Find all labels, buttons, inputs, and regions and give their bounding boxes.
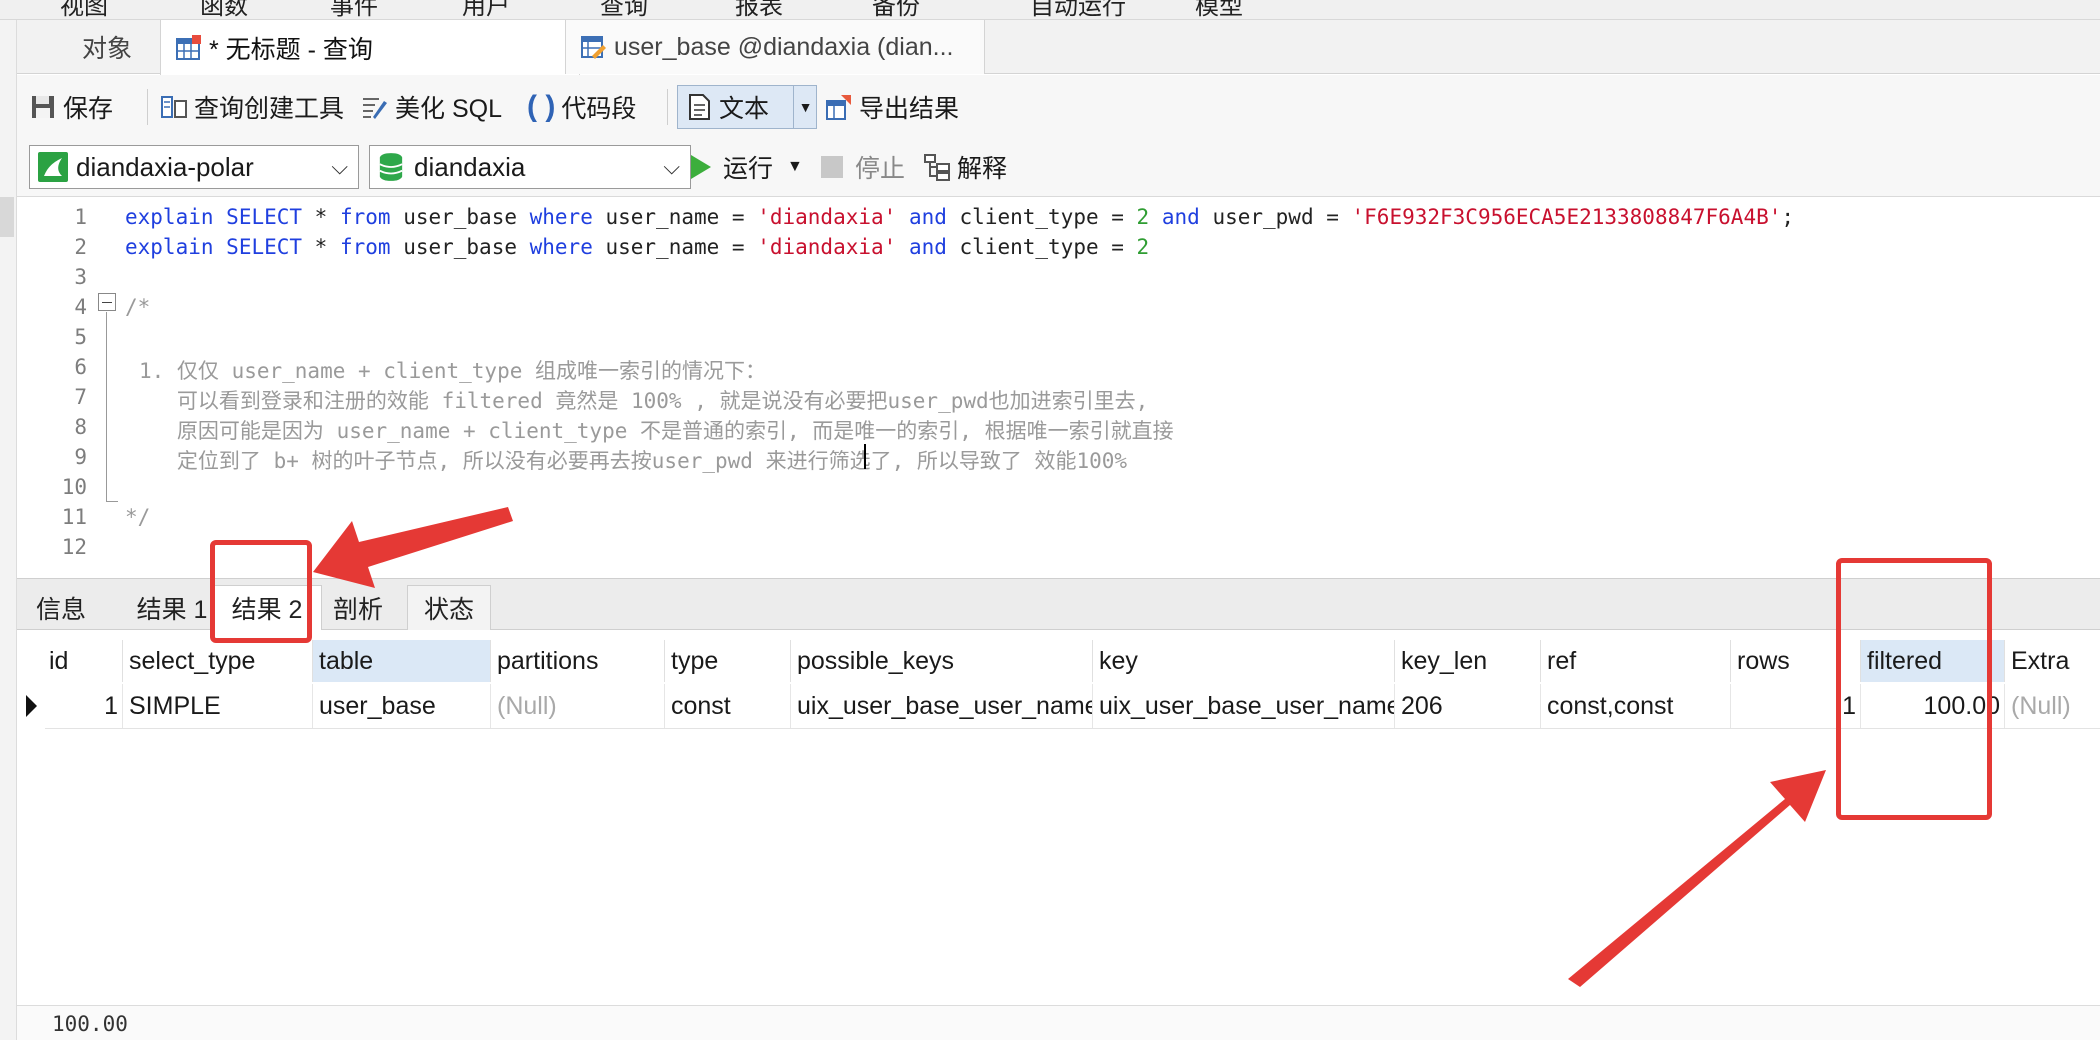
arrow-to-result-tab	[313, 507, 513, 588]
annotation-arrows	[313, 507, 1826, 987]
arrow-to-filtered-column	[1568, 770, 1826, 987]
